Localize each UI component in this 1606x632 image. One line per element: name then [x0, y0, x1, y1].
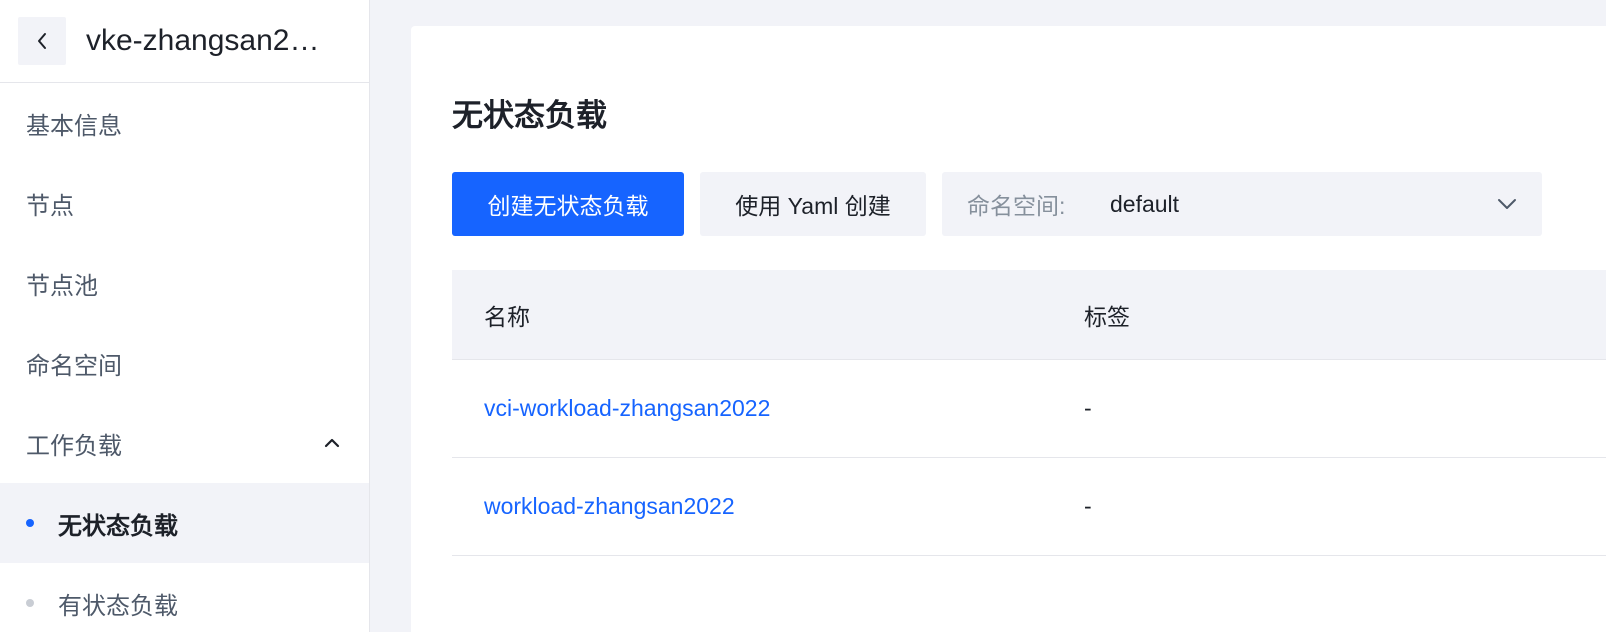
- sidebar-item-basic-info[interactable]: 基本信息: [0, 83, 369, 163]
- dot-icon: [26, 519, 34, 527]
- workloads-table: 名称 标签 vci-workload-zhangsan2022 - worklo…: [452, 270, 1606, 556]
- chevron-down-icon: [1498, 199, 1516, 209]
- sidebar-item-label: 命名空间: [26, 352, 122, 380]
- app-root: vke-zhangsan2… 基本信息 节点 节点池 命名空间 工作负载 无状态…: [0, 0, 1606, 632]
- back-button[interactable]: [18, 17, 66, 65]
- column-header-labels: 标签: [1084, 303, 1130, 330]
- create-with-yaml-button[interactable]: 使用 Yaml 创建: [700, 172, 926, 236]
- sidebar-item-label: 节点池: [26, 272, 98, 300]
- sidebar-item-nodes[interactable]: 节点: [0, 163, 369, 243]
- page-title: 无状态负载: [452, 98, 607, 133]
- sidebar-nav: 基本信息 节点 节点池 命名空间 工作负载 无状态负载 有状态负载: [0, 83, 369, 632]
- column-header-name: 名称: [484, 303, 530, 330]
- sidebar-item-workloads[interactable]: 工作负载: [0, 403, 369, 483]
- namespace-select[interactable]: 命名空间: default: [942, 172, 1542, 236]
- content-card: 无状态负载 创建无状态负载 使用 Yaml 创建 命名空间: default 名…: [411, 26, 1606, 632]
- table-header: 名称 标签: [452, 270, 1606, 360]
- sidebar-item-label: 工作负载: [26, 432, 122, 460]
- table-row: workload-zhangsan2022 -: [452, 458, 1606, 556]
- workload-name-link[interactable]: workload-zhangsan2022: [484, 493, 735, 520]
- workload-name-link[interactable]: vci-workload-zhangsan2022: [484, 395, 770, 422]
- sidebar-subitem-statefulsets[interactable]: 有状态负载: [0, 563, 369, 632]
- sidebar-item-label: 节点: [26, 192, 74, 220]
- sidebar-subitem-label: 有状态负载: [58, 592, 178, 620]
- table-row: vci-workload-zhangsan2022 -: [452, 360, 1606, 458]
- workload-labels-cell: -: [1084, 395, 1092, 421]
- dot-icon: [26, 599, 34, 607]
- sidebar-item-namespaces[interactable]: 命名空间: [0, 323, 369, 403]
- sidebar: vke-zhangsan2… 基本信息 节点 节点池 命名空间 工作负载 无状态…: [0, 0, 370, 632]
- sidebar-subitem-deployments[interactable]: 无状态负载: [0, 483, 369, 563]
- chevron-up-icon: [324, 438, 340, 448]
- create-deployment-button[interactable]: 创建无状态负载: [452, 172, 684, 236]
- sidebar-header: vke-zhangsan2…: [0, 0, 369, 83]
- sidebar-item-label: 基本信息: [26, 112, 122, 140]
- namespace-value: default: [1110, 190, 1180, 217]
- workload-labels-cell: -: [1084, 493, 1092, 519]
- sidebar-item-node-pools[interactable]: 节点池: [0, 243, 369, 323]
- sidebar-subitem-label: 无状态负载: [58, 512, 178, 540]
- chevron-left-icon: [38, 33, 46, 49]
- cluster-name: vke-zhangsan2…: [86, 24, 320, 57]
- namespace-label: 命名空间:: [967, 193, 1066, 219]
